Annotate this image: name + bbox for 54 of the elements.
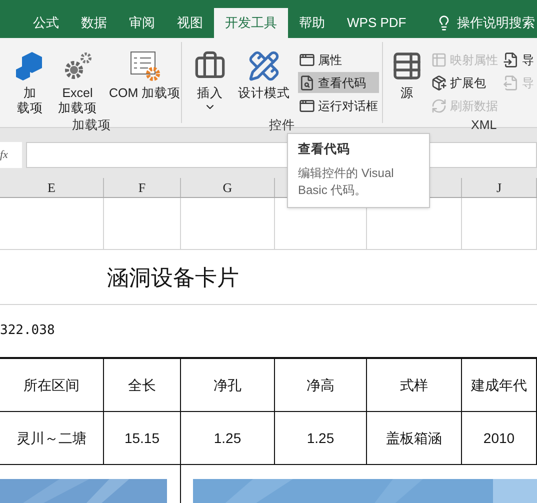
package-add-icon (431, 74, 447, 90)
ribbon-button[interactable]: 设计模式 (234, 46, 294, 116)
column-header[interactable]: F (104, 178, 181, 197)
column-header[interactable]: E (0, 178, 104, 197)
import-icon (503, 52, 519, 68)
ribbon-button[interactable]: 导 (502, 49, 535, 70)
table-cell: 净孔 (181, 359, 275, 411)
dialog-window-icon (299, 98, 315, 114)
refresh-icon (431, 98, 447, 114)
table-cell: 15.15 (104, 412, 181, 464)
table-cell: 灵川～二塘 (0, 412, 104, 464)
table-cell: 盖板箱涵 (367, 412, 462, 464)
table-cell: 所在区间 (0, 359, 104, 411)
table-source-icon (391, 50, 423, 82)
export-icon (503, 74, 519, 90)
table-cell: 建成年代 (462, 359, 537, 411)
group-label: 控件 (268, 117, 296, 134)
tooltip-text: 编辑控件的 Visual Basic 代码。 (298, 164, 395, 199)
search-label[interactable]: 操作说明搜索 (457, 13, 535, 33)
search-document-icon (299, 74, 315, 90)
ribbon-button[interactable]: Excel 加载项 (54, 46, 101, 116)
column-header[interactable]: J (462, 178, 537, 197)
table-cell: 全长 (104, 359, 181, 411)
column-header[interactable]: G (181, 178, 275, 197)
ribbon-button[interactable]: 源 (387, 46, 427, 116)
ribbon-tab[interactable]: 公式 (22, 8, 70, 38)
table-cell: 2010 (462, 412, 537, 464)
table-cell: 1.25 (181, 412, 275, 464)
ribbon-button[interactable]: 运行对话框 (298, 95, 379, 116)
ribbon-button[interactable]: 属性 (298, 49, 379, 70)
ribbon-tab[interactable]: 视图 (166, 8, 214, 38)
group-label: 加载项 (71, 117, 112, 134)
table-cell: 净高 (275, 359, 367, 411)
group-label: XML (470, 117, 498, 134)
checklist-gear-icon (128, 50, 161, 82)
ribbon-tab[interactable]: 数据 (70, 8, 118, 38)
dialog-window-icon (299, 52, 315, 68)
ribbon-button[interactable]: 扩展包 (430, 72, 499, 93)
table-cell: 式样 (367, 359, 462, 411)
cell-value: 322.038 (0, 322, 55, 340)
ribbon-button[interactable]: 加 载项 (10, 46, 50, 116)
ribbon-button[interactable]: 查看代码 (298, 72, 379, 93)
table-icon (431, 52, 447, 68)
ribbon-button[interactable]: COM 加载项 (105, 46, 185, 116)
ruler-pencil-icon (248, 50, 280, 82)
table-cell: 1.25 (275, 412, 367, 464)
ribbon-tab[interactable]: 帮助 (288, 8, 336, 38)
ribbon-button[interactable]: 插入 (190, 46, 230, 116)
tooltip-title: 查看代码 (298, 141, 351, 158)
ribbon-tab[interactable]: 审阅 (118, 8, 166, 38)
ribbon-tab[interactable]: 开发工具 (214, 8, 288, 38)
ribbon-tab[interactable]: WPS PDF (336, 8, 418, 38)
card-title: 涵洞设备卡片 (107, 264, 239, 292)
function-label: fx (0, 142, 22, 168)
